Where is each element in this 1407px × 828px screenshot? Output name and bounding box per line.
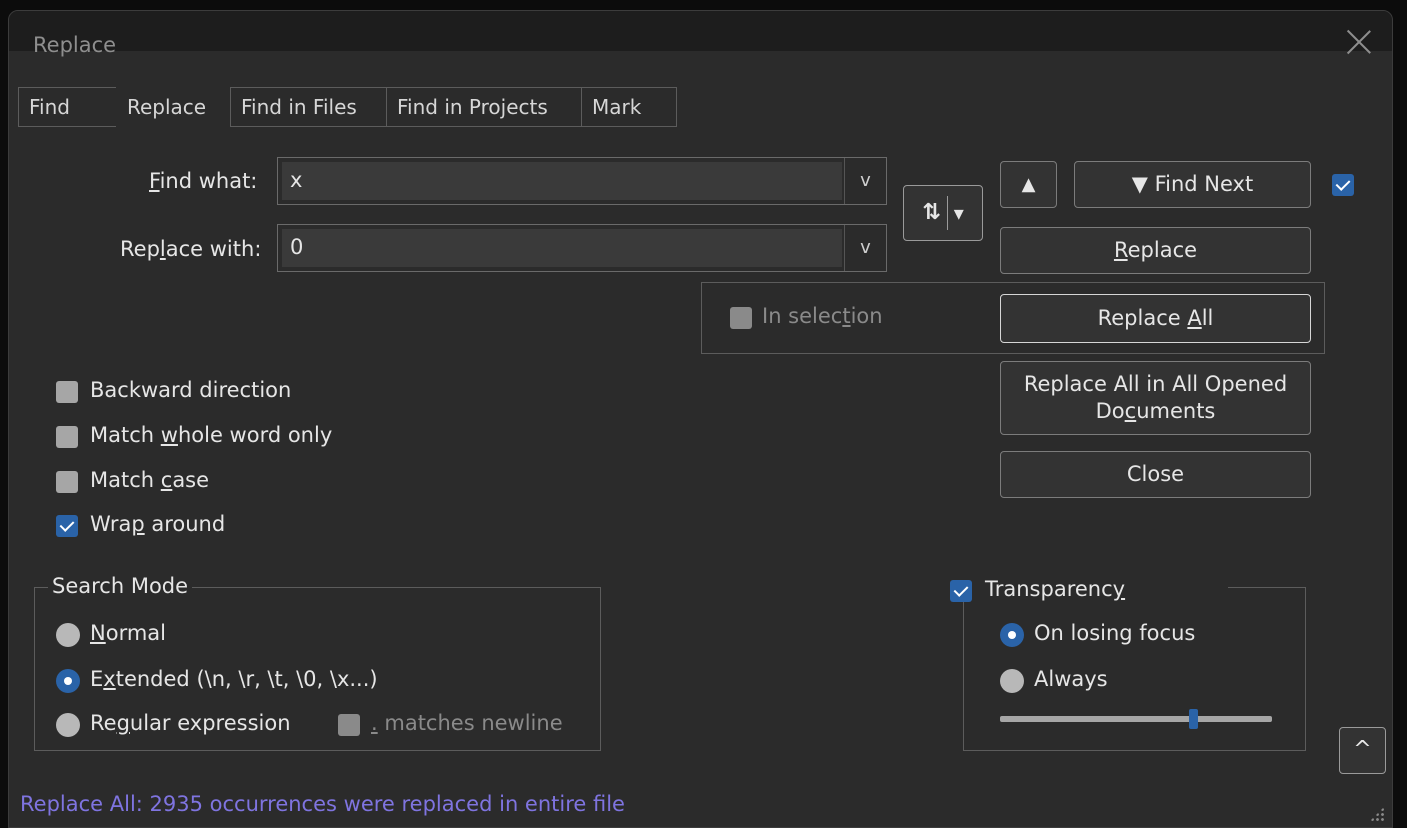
in-selection-checkbox[interactable] — [730, 307, 752, 329]
chevron-down-icon: ▾ — [953, 201, 964, 225]
tab-find-in-files[interactable]: Find in Files — [230, 87, 387, 127]
replace-all-in-opened-documents-button[interactable]: Replace All in All Opened Documents — [1000, 361, 1311, 435]
regular-expression-radio[interactable] — [56, 713, 80, 737]
extended-radio[interactable] — [56, 669, 80, 693]
on-losing-focus-radio[interactable] — [1000, 623, 1024, 647]
chevron-up-icon: ^ — [1353, 737, 1372, 763]
normal-radio[interactable] — [56, 623, 80, 647]
swap-icon: ⇅ — [922, 199, 941, 225]
find-what-label: Find what: — [149, 169, 258, 193]
find-what-combo[interactable]: x v — [277, 157, 887, 205]
backward-direction-checkbox[interactable] — [56, 381, 78, 403]
dot-matches-newline-checkbox[interactable] — [338, 714, 360, 736]
tab-mark[interactable]: Mark — [581, 87, 677, 127]
match-case-label: Match case — [90, 468, 210, 492]
swap-divider — [946, 196, 948, 230]
transparency-slider-thumb[interactable] — [1189, 709, 1199, 729]
close-window-icon[interactable] — [1344, 27, 1374, 57]
window-title: Replace — [33, 33, 117, 57]
replace-all-button[interactable]: Replace All — [1000, 294, 1311, 343]
normal-label: Normal — [90, 621, 166, 645]
transparency-label: Transparency — [985, 577, 1126, 601]
replace-button[interactable]: Replace — [1000, 227, 1311, 274]
tab-find-in-projects[interactable]: Find in Projects — [386, 87, 582, 127]
always-radio[interactable] — [1000, 669, 1024, 693]
search-mode-legend: Search Mode — [48, 574, 193, 598]
match-whole-word-checkbox[interactable] — [56, 426, 78, 448]
always-label: Always — [1034, 667, 1108, 691]
transparency-slider-track[interactable] — [1000, 716, 1272, 722]
replace-with-input[interactable]: 0 — [282, 229, 842, 267]
wrap-around-label: Wrap around — [90, 512, 226, 536]
wrap-around-checkbox[interactable] — [56, 515, 78, 537]
find-what-input[interactable]: x — [282, 162, 842, 200]
replace-dialog: Replace Find Replace Find in Files Find … — [8, 10, 1393, 828]
find-previous-button[interactable]: ▲ — [1000, 161, 1057, 208]
on-losing-focus-label: On losing focus — [1034, 621, 1196, 645]
match-case-checkbox[interactable] — [56, 471, 78, 493]
swap-find-replace-button[interactable]: ⇅ ▾ — [903, 185, 983, 241]
find-next-button[interactable]: ▼ Find Next — [1074, 161, 1311, 208]
transparency-checkbox[interactable] — [950, 580, 972, 602]
replace-history-dropdown[interactable]: v — [844, 225, 886, 271]
close-button[interactable]: Close — [1000, 451, 1311, 498]
dot-matches-newline-label: . matches newline — [371, 711, 563, 735]
backward-direction-label: Backward direction — [90, 378, 292, 402]
status-message: Replace All: 2935 occurrences were repla… — [20, 792, 625, 816]
extended-label: Extended (\n, \r, \t, \0, \x...) — [90, 667, 378, 691]
regular-expression-label: Regular expression — [90, 711, 291, 735]
replace-with-label: Replace with: — [120, 237, 262, 261]
match-whole-word-label: Match whole word only — [90, 423, 333, 447]
find-history-dropdown[interactable]: v — [844, 158, 886, 204]
find-next-option-checkbox[interactable] — [1332, 174, 1354, 196]
in-selection-label: In selection — [762, 304, 883, 328]
collapse-button[interactable]: ^ — [1339, 727, 1386, 774]
replace-with-combo[interactable]: 0 v — [277, 224, 887, 272]
title-bar — [9, 11, 1392, 51]
tab-replace[interactable]: Replace — [116, 87, 231, 127]
tab-find[interactable]: Find — [18, 87, 117, 127]
resize-grip-icon[interactable] — [1370, 807, 1384, 821]
